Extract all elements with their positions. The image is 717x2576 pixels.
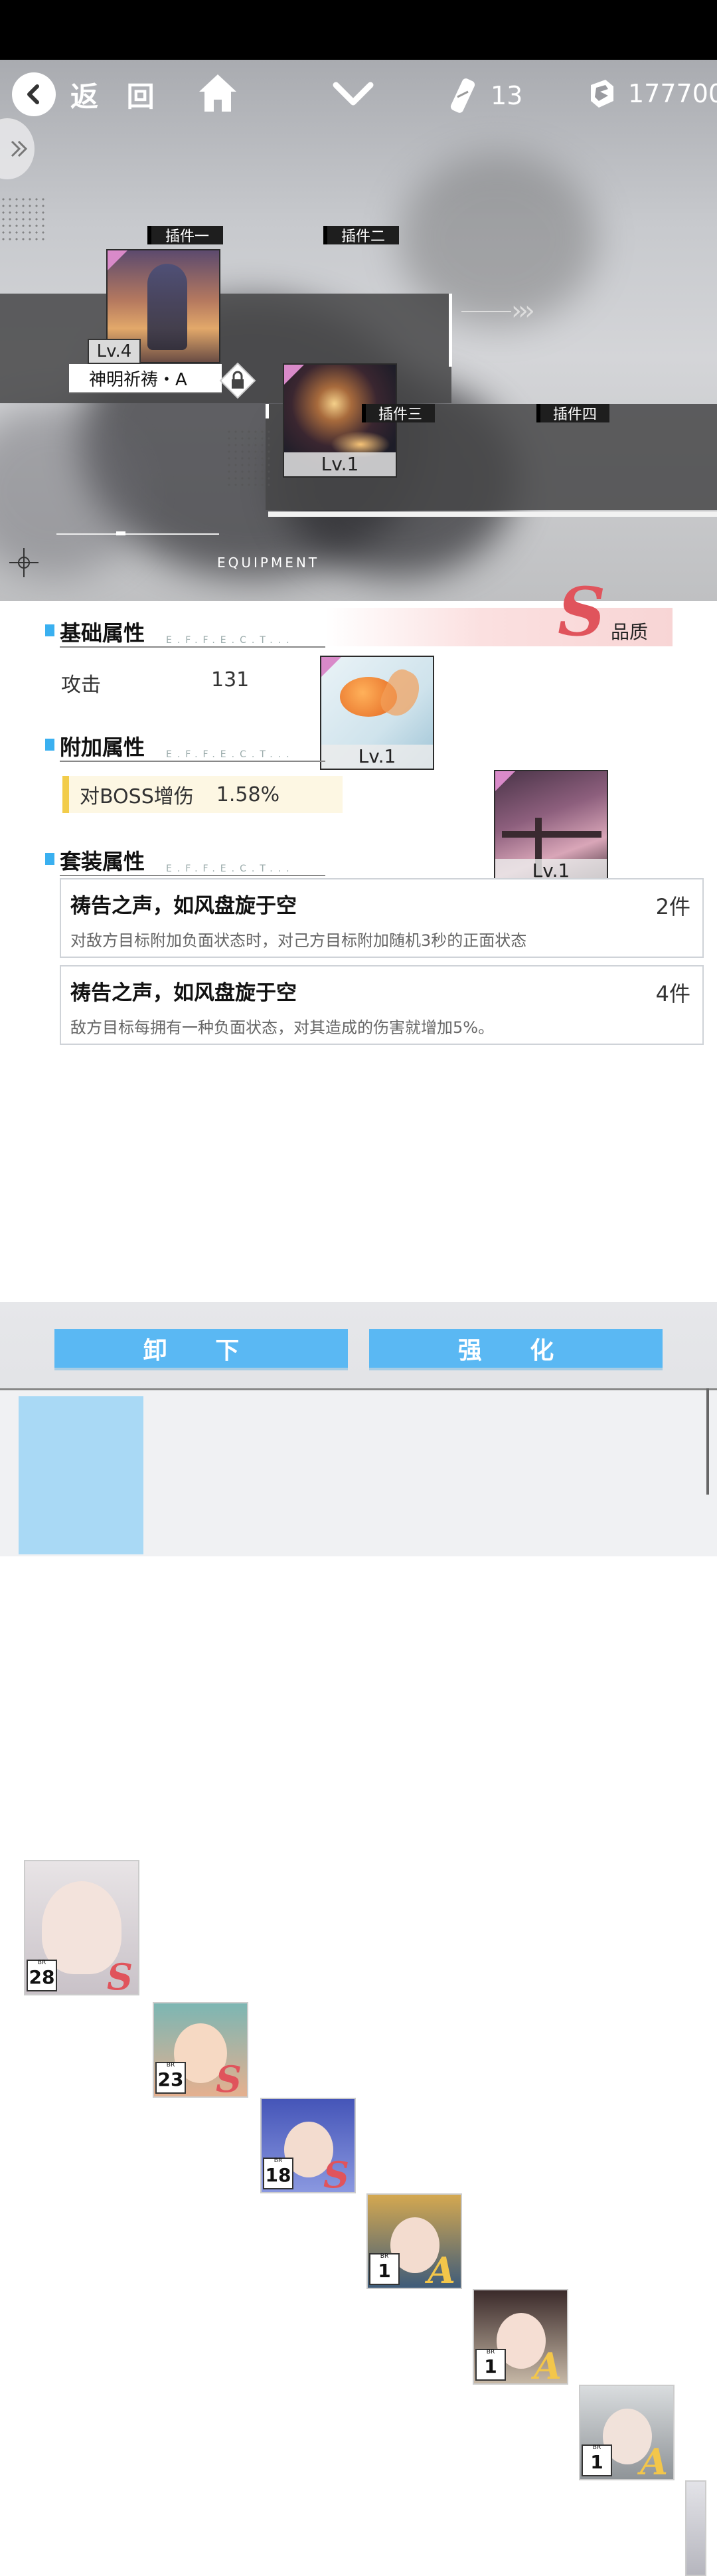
section-marker — [45, 853, 54, 865]
set-bonus-card-1: 祷告之声，如风盘旋于空 2件 对敌方目标附加负面状态时，对己方目标附加随机3秒的… — [60, 878, 704, 958]
lock-icon — [219, 362, 256, 399]
character-card[interactable]: BR 23 S — [153, 2002, 248, 2098]
character-br-badge: BR 23 — [155, 2062, 186, 2094]
home-icon — [199, 74, 236, 112]
extra-stat-row: 对BOSS增伤 1.58% — [62, 776, 343, 813]
basic-title: 基础属性 — [60, 620, 145, 646]
coin-icon — [591, 80, 613, 108]
character-br-badge: BR 1 — [475, 2349, 506, 2381]
ticket-icon — [450, 78, 475, 113]
character-card[interactable]: BR 1 A — [579, 2385, 675, 2480]
unequip-button[interactable]: 卸 下 — [54, 1329, 348, 1368]
slot-1-level: Lv.4 — [88, 339, 141, 364]
status-bar — [0, 0, 717, 60]
character-card-partial[interactable] — [685, 2480, 706, 2576]
basic-stat-name: 攻击 — [61, 674, 101, 697]
set-bonus-count: 4件 — [655, 981, 690, 1006]
character-grade: S — [323, 2154, 349, 2193]
slot-2-label: 插件二 — [323, 226, 399, 245]
coin-counter: 177700 — [586, 77, 717, 110]
equipment-label: EQUIPMENT — [217, 555, 320, 571]
slot-3-label: 插件三 — [362, 404, 435, 423]
character-br-badge: BR 28 — [27, 1960, 57, 1991]
slot-4-label: 插件四 — [536, 404, 609, 423]
character-card[interactable]: BR 1 A — [473, 2289, 568, 2385]
character-grade: S — [216, 2058, 242, 2098]
quality-label: 品质 — [611, 621, 649, 643]
character-br-badge: BR 1 — [582, 2444, 612, 2476]
ticket-counter: 13 — [448, 77, 522, 114]
character-br-badge: BR 18 — [263, 2158, 293, 2189]
slot-1-name-plate: 神明祈祷・A — [69, 364, 222, 393]
double-chevron-right-icon — [11, 140, 28, 157]
extra-title: 附加属性 — [60, 735, 145, 760]
set-bonus-card-2: 祷告之声，如风盘旋于空 4件 敌方目标每拥有一种负面状态，对其造成的伤害就增加5… — [60, 965, 704, 1045]
slot-3-level: Lv.1 — [321, 745, 433, 769]
set-bonus-name: 祷告之声，如风盘旋于空 — [70, 981, 297, 1005]
basic-stat-value: 131 — [211, 668, 250, 691]
character-grade: S — [107, 1956, 133, 1995]
plugin-slot-3[interactable]: Lv.1 — [320, 656, 434, 770]
back-label: 返 回 — [70, 80, 164, 113]
set-bonus-name: 祷告之声，如风盘旋于空 — [70, 894, 297, 918]
character-card-selected[interactable] — [19, 1396, 143, 1554]
quality-grade: S — [558, 573, 606, 651]
section-marker — [45, 739, 54, 751]
extra-stat-value: 1.58% — [216, 782, 280, 806]
plugin-slot-4[interactable]: Lv.1 — [494, 770, 608, 884]
section-marker — [45, 624, 54, 636]
character-grade: A — [534, 2345, 562, 2385]
slot-1-name: 神明祈祷・A — [89, 369, 187, 390]
home-button[interactable] — [197, 72, 239, 117]
character-grade: A — [428, 2249, 455, 2289]
back-arrow-icon — [12, 72, 56, 116]
character-card[interactable]: BR 18 S — [260, 2098, 356, 2193]
set-bonus-desc: 敌方目标每拥有一种负面状态，对其造成的伤害就增加5%。 — [70, 1018, 495, 1037]
set-effect-bg: E.F.F.E.C.T... — [166, 864, 295, 874]
lock-button[interactable] — [219, 362, 256, 399]
slot-1-label: 插件一 — [147, 226, 223, 245]
extra-effect-bg: E.F.F.E.C.T... — [166, 749, 295, 760]
back-button[interactable]: 返 回 — [12, 72, 164, 116]
set-bonus-desc: 对敌方目标附加负面状态时，对己方目标附加随机3秒的正面状态 — [70, 931, 527, 950]
ticket-count: 13 — [491, 81, 523, 110]
extra-stat-name: 对BOSS增伤 — [80, 785, 194, 808]
set-bonus-count: 2件 — [655, 894, 690, 919]
character-grade: A — [640, 2440, 668, 2480]
chevron-down-icon — [333, 82, 374, 106]
coin-count: 177700 — [628, 79, 717, 108]
crosshair-icon — [9, 548, 39, 577]
set-title: 套装属性 — [60, 849, 145, 874]
basic-effect-bg: E.F.F.E.C.T... — [166, 635, 295, 646]
dropdown-button[interactable] — [332, 80, 374, 112]
character-card[interactable]: BR 28 S — [24, 1860, 139, 1995]
character-card[interactable]: BR 1 A — [366, 2193, 462, 2289]
character-br-badge: BR 1 — [369, 2253, 400, 2285]
top-bar: 返 回 13 177700 — [0, 60, 717, 133]
slot-2-level: Lv.1 — [284, 452, 396, 476]
arrow-indicator: ››› — [511, 296, 535, 326]
enhance-button[interactable]: 强 化 — [369, 1329, 663, 1368]
